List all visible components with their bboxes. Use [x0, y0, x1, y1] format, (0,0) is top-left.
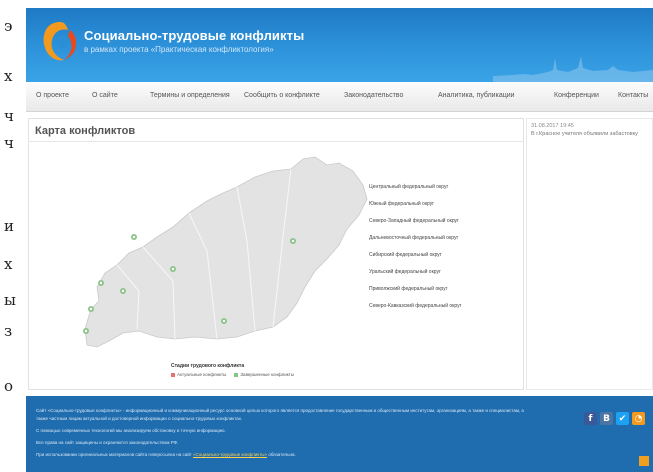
edge-glyph: х — [4, 67, 13, 85]
left-edge-strip: э х ч ч и х ы з о — [0, 0, 26, 472]
facebook-icon[interactable]: f — [584, 412, 597, 425]
district-link[interactable]: Приволжский федеральный округ — [369, 285, 519, 302]
district-link[interactable]: Северо-Кавказский федеральный округ — [369, 302, 519, 319]
main-navigation: О проекте О сайте Термины и определения … — [26, 82, 653, 112]
news-link[interactable]: В г.Красное учителя объявили забастовку — [531, 131, 638, 137]
district-link[interactable]: Сибирский федеральный округ — [369, 251, 519, 268]
map-pin-icon[interactable] — [88, 306, 94, 312]
legend-swatch — [171, 372, 175, 377]
map-pin-icon[interactable] — [170, 266, 176, 272]
nav-item-contacts[interactable]: Контакты — [618, 92, 648, 99]
footer-text: С помощью современных технологий мы анал… — [36, 428, 226, 433]
conflict-map-panel: Карта конфликтов Центральный федеральный… — [28, 118, 524, 390]
footer-text-prefix: При использовании оригинальных материало… — [36, 452, 192, 457]
map-pin-icon[interactable] — [290, 238, 296, 244]
edge-glyph: э — [4, 17, 13, 35]
panel-title: Карта конфликтов — [35, 125, 136, 137]
district-link[interactable]: Уральский федеральный округ — [369, 268, 519, 285]
map-pin-icon[interactable] — [221, 318, 227, 324]
edge-glyph: о — [4, 377, 14, 395]
footer-text: Все права на сайт защищены и охраняются … — [36, 440, 179, 445]
logo-icon[interactable] — [40, 18, 80, 64]
district-link[interactable]: Центральный федеральный округ — [369, 183, 519, 200]
corner-badge — [639, 456, 649, 466]
footer-text: При использовании оригинальных материало… — [36, 452, 296, 457]
legend-title: Стадии трудового конфликта — [171, 363, 245, 369]
map-pin-icon[interactable] — [131, 234, 137, 240]
map-legend: Стадии трудового конфликта Актуальные ко… — [171, 363, 294, 377]
nav-item-analytics[interactable]: Аналитика, публикации — [438, 92, 515, 99]
nav-item-about-project[interactable]: О проекте — [36, 92, 69, 99]
map-pin-icon[interactable] — [98, 280, 104, 286]
district-list: Центральный федеральный округ Южный феде… — [369, 183, 519, 319]
district-link[interactable]: Дальневосточный федеральный округ — [369, 234, 519, 251]
webpage: Социально-трудовые конфликты в рамках пр… — [26, 8, 653, 472]
social-links: f B ✔ ◔ — [584, 412, 645, 425]
map-region-outline — [84, 156, 368, 348]
news-sidebar: 31.08.2017 19:45 В г.Красное учителя объ… — [526, 118, 653, 390]
city-skyline-graphic — [493, 56, 653, 82]
footer-text: также частным лицам актуальной и достове… — [36, 416, 243, 421]
district-link[interactable]: Южный федеральный округ — [369, 200, 519, 217]
vk-icon[interactable]: B — [600, 412, 613, 425]
edge-glyph: з — [4, 322, 13, 340]
site-subtitle: в рамках проекта «Практическая конфликто… — [84, 45, 274, 54]
nav-item-terms[interactable]: Термины и определения — [150, 92, 230, 99]
rss-icon[interactable]: ◔ — [632, 412, 645, 425]
map-pin-icon[interactable] — [83, 328, 89, 334]
nav-item-report-conflict[interactable]: Сообщить о конфликте — [244, 92, 320, 99]
site-footer: Сайт «Социально-трудовые конфликты» - ин… — [26, 396, 653, 472]
district-link[interactable]: Северо-Западный федеральный округ — [369, 217, 519, 234]
nav-item-legislation[interactable]: Законодательство — [344, 92, 403, 99]
edge-glyph: ы — [4, 291, 16, 309]
legend-label: Завершенные конфликты — [240, 372, 295, 377]
footer-text-suffix: обязательна. — [268, 452, 296, 457]
footer-text: Сайт «Социально-трудовые конфликты» - ин… — [36, 408, 524, 413]
nav-item-about-site[interactable]: О сайте — [92, 92, 118, 99]
nav-item-conferences[interactable]: Конференции — [554, 92, 599, 99]
site-title[interactable]: Социально-трудовые конфликты — [84, 28, 304, 43]
legend-swatch — [234, 372, 239, 377]
map-pin-icon[interactable] — [120, 288, 126, 294]
legend-label: Актуальные конфликты — [177, 372, 227, 377]
twitter-icon[interactable]: ✔ — [616, 412, 629, 425]
russia-map[interactable] — [77, 141, 377, 363]
news-date: 31.08.2017 19:45 — [531, 123, 574, 129]
site-header: Социально-трудовые конфликты в рамках пр… — [26, 8, 653, 82]
legend-item-active: Актуальные конфликты — [171, 372, 226, 377]
legend-item-finished: Завершенные конфликты — [234, 372, 294, 377]
edge-glyph: ч — [4, 134, 14, 152]
footer-site-link[interactable]: «Социально-трудовые конфликты» — [193, 452, 267, 457]
edge-glyph: и — [4, 217, 14, 235]
edge-glyph: ч — [4, 107, 14, 125]
edge-glyph: х — [4, 255, 13, 273]
